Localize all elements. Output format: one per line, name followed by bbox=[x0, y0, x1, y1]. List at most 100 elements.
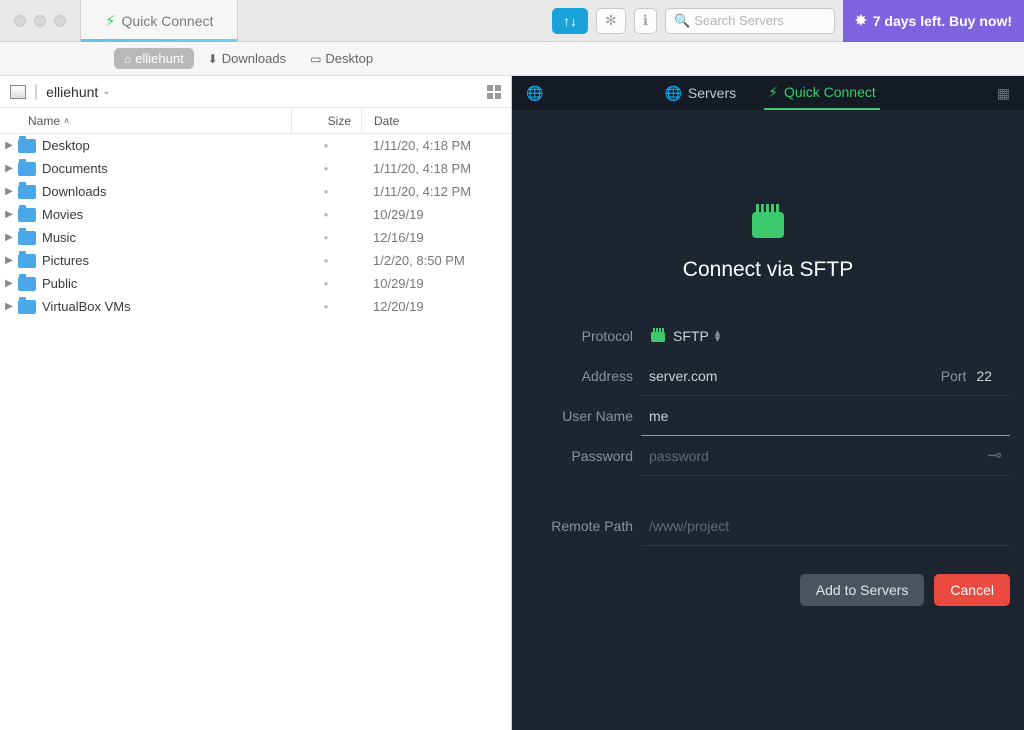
crumb-label: Downloads bbox=[222, 51, 286, 66]
file-name: Documents bbox=[42, 161, 291, 176]
crumb-home[interactable]: ⌂ elliehunt bbox=[114, 48, 194, 69]
file-size: ● bbox=[291, 233, 361, 242]
column-headers: Name ˄ Size Date bbox=[0, 108, 511, 134]
path-bar: ⌂ elliehunt ⬇ Downloads ▭ Desktop bbox=[0, 42, 1024, 76]
file-size: ● bbox=[291, 256, 361, 265]
password-input[interactable] bbox=[649, 448, 987, 464]
search-servers[interactable]: 🔍 Search Servers bbox=[665, 8, 835, 34]
chevron-down-icon: ⌄ bbox=[102, 86, 110, 97]
search-placeholder: Search Servers bbox=[694, 13, 784, 28]
file-list: ▶Desktop●1/11/20, 4:18 PM▶Documents●1/11… bbox=[0, 134, 511, 730]
globe-icon[interactable]: 🌐 bbox=[526, 85, 543, 102]
disclosure-icon[interactable]: ▶ bbox=[0, 163, 18, 174]
disclosure-icon[interactable]: ▶ bbox=[0, 301, 18, 312]
cancel-button[interactable]: Cancel bbox=[934, 574, 1010, 606]
window-controls[interactable] bbox=[0, 15, 80, 27]
tab-label: Quick Connect bbox=[122, 13, 214, 29]
folder-icon bbox=[18, 185, 36, 199]
disclosure-icon[interactable]: ▶ bbox=[0, 140, 18, 151]
crumb-downloads[interactable]: ⬇ Downloads bbox=[198, 48, 296, 69]
file-date: 1/11/20, 4:18 PM bbox=[361, 161, 511, 176]
key-icon[interactable]: ⊸ bbox=[987, 445, 1002, 466]
file-name: Public bbox=[42, 276, 291, 291]
table-row[interactable]: ▶ Music●12/16/19 bbox=[0, 226, 511, 249]
view-mode-icon[interactable] bbox=[487, 85, 501, 99]
col-date[interactable]: Date bbox=[361, 108, 511, 133]
col-name[interactable]: Name ˄ bbox=[0, 114, 291, 128]
connect-form: Connect via SFTP Protocol SFTP ▴▾ bbox=[512, 110, 1024, 730]
close-dot[interactable] bbox=[14, 15, 26, 27]
file-date: 1/11/20, 4:18 PM bbox=[361, 138, 511, 153]
protocol-select[interactable]: SFTP ▴▾ bbox=[649, 328, 720, 344]
info-icon: ℹ bbox=[643, 12, 648, 29]
folder-icon bbox=[18, 254, 36, 268]
port-value[interactable]: 22 bbox=[976, 368, 1002, 384]
file-name: Downloads bbox=[42, 184, 291, 199]
table-row[interactable]: ▶Downloads●1/11/20, 4:12 PM bbox=[0, 180, 511, 203]
sync-button[interactable]: ↑↓ bbox=[552, 8, 588, 34]
address-field[interactable]: server.com Port 22 bbox=[641, 356, 1010, 396]
disclosure-icon[interactable]: ▶ bbox=[0, 232, 18, 243]
crumb-label: Desktop bbox=[325, 51, 373, 66]
disclosure-icon[interactable]: ▶ bbox=[0, 255, 18, 266]
bolt-icon: ⚡︎ bbox=[105, 12, 116, 30]
remote-panel: 🌐 🌐 Servers ⚡︎ Quick Connect ▦ bbox=[512, 76, 1024, 730]
password-field[interactable]: ⊸ bbox=[641, 436, 1010, 476]
spinner-icon: ✻ bbox=[605, 12, 617, 29]
connect-title: Connect via SFTP bbox=[683, 258, 853, 282]
file-name: Music bbox=[42, 230, 291, 245]
tab-quick-connect[interactable]: ⚡︎ Quick Connect bbox=[764, 77, 880, 110]
folder-icon bbox=[18, 208, 36, 222]
file-size: ● bbox=[291, 141, 361, 150]
file-size: ● bbox=[291, 210, 361, 219]
label-password: Password bbox=[526, 448, 641, 464]
local-header: | elliehunt ⌄ bbox=[0, 76, 511, 108]
table-row[interactable]: ▶Documents●1/11/20, 4:18 PM bbox=[0, 157, 511, 180]
add-to-servers-button[interactable]: Add to Servers bbox=[800, 574, 925, 606]
grid-icon[interactable]: ▦ bbox=[997, 85, 1010, 102]
zoom-dot[interactable] bbox=[54, 15, 66, 27]
remote-path-input[interactable] bbox=[649, 518, 1002, 534]
label-protocol: Protocol bbox=[526, 328, 641, 344]
crumb-desktop[interactable]: ▭ Desktop bbox=[300, 48, 383, 69]
file-size: ● bbox=[291, 187, 361, 196]
disclosure-icon[interactable]: ▶ bbox=[0, 186, 18, 197]
sort-asc-icon: ˄ bbox=[64, 116, 69, 126]
file-date: 10/29/19 bbox=[361, 207, 511, 222]
activity-button[interactable]: ✻ bbox=[596, 8, 626, 34]
stepper-icon: ▴▾ bbox=[715, 330, 721, 342]
remote-path-field[interactable] bbox=[641, 506, 1010, 546]
disclosure-icon[interactable]: ▶ bbox=[0, 209, 18, 220]
table-row[interactable]: ▶ Pictures●1/2/20, 8:50 PM bbox=[0, 249, 511, 272]
folder-icon bbox=[18, 162, 36, 176]
file-name: Pictures bbox=[42, 253, 291, 268]
table-row[interactable]: ▶VirtualBox VMs●12/20/19 bbox=[0, 295, 511, 318]
globe-icon: 🌐 bbox=[664, 85, 681, 102]
starburst-icon: ✸ bbox=[855, 12, 867, 29]
local-panel: | elliehunt ⌄ Name ˄ Size Date ▶Desktop●… bbox=[0, 76, 512, 730]
table-row[interactable]: ▶ Movies●10/29/19 bbox=[0, 203, 511, 226]
col-size[interactable]: Size bbox=[291, 108, 361, 133]
buy-now-banner[interactable]: ✸ 7 days left. Buy now! bbox=[843, 0, 1024, 42]
search-icon: 🔍 bbox=[674, 13, 690, 29]
folder-icon bbox=[18, 139, 36, 153]
remote-tabs: 🌐 🌐 Servers ⚡︎ Quick Connect ▦ bbox=[512, 76, 1024, 110]
tab-servers[interactable]: 🌐 Servers bbox=[660, 78, 740, 109]
file-date: 1/2/20, 8:50 PM bbox=[361, 253, 511, 268]
info-button[interactable]: ℹ bbox=[634, 8, 657, 34]
titlebar: ⚡︎ Quick Connect ↑↓ ✻ ℹ 🔍 Search Servers… bbox=[0, 0, 1024, 42]
file-size: ● bbox=[291, 279, 361, 288]
label-remote-path: Remote Path bbox=[526, 518, 641, 534]
file-name: Movies bbox=[42, 207, 291, 222]
username-field[interactable]: me bbox=[641, 396, 1010, 436]
local-location[interactable]: elliehunt ⌄ bbox=[46, 84, 111, 100]
disclosure-icon[interactable]: ▶ bbox=[0, 278, 18, 289]
file-date: 12/16/19 bbox=[361, 230, 511, 245]
table-row[interactable]: ▶Public●10/29/19 bbox=[0, 272, 511, 295]
desktop-icon: ▭ bbox=[310, 52, 321, 66]
label-address: Address bbox=[526, 368, 641, 384]
tab-quick-connect[interactable]: ⚡︎ Quick Connect bbox=[80, 0, 238, 42]
table-row[interactable]: ▶Desktop●1/11/20, 4:18 PM bbox=[0, 134, 511, 157]
folder-icon bbox=[18, 277, 36, 291]
minimize-dot[interactable] bbox=[34, 15, 46, 27]
